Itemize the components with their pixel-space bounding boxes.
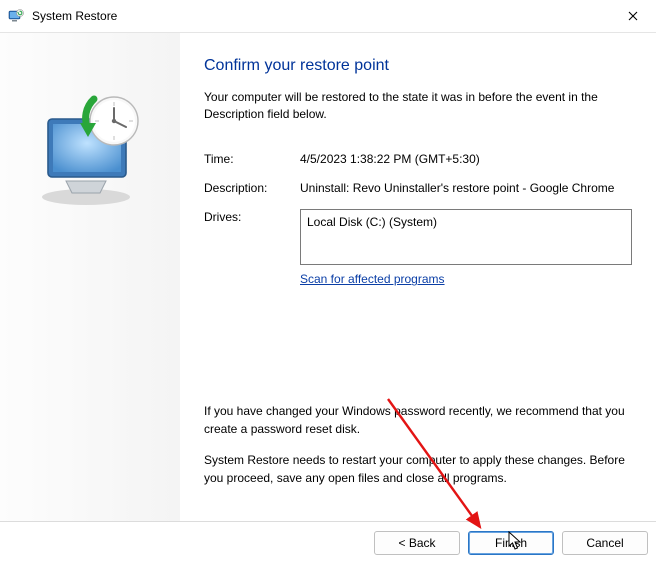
scan-affected-programs-link[interactable]: Scan for affected programs xyxy=(300,271,445,288)
drives-list-item[interactable]: Local Disk (C:) (System) xyxy=(307,214,625,231)
footnotes: If you have changed your Windows passwor… xyxy=(204,403,632,501)
sidebar-graphic xyxy=(0,33,180,521)
restore-graphic-icon xyxy=(30,93,150,213)
close-button[interactable] xyxy=(610,0,656,32)
cancel-button[interactable]: Cancel xyxy=(562,531,648,555)
page-heading: Confirm your restore point xyxy=(204,57,632,75)
restore-point-details: Time: 4/5/2023 1:38:22 PM (GMT+5:30) Des… xyxy=(204,151,632,289)
intro-text: Your computer will be restored to the st… xyxy=(204,89,632,123)
window-title: System Restore xyxy=(32,9,610,23)
time-label: Time: xyxy=(204,151,300,168)
close-icon xyxy=(628,11,638,21)
password-note: If you have changed your Windows passwor… xyxy=(204,403,632,438)
time-value: 4/5/2023 1:38:22 PM (GMT+5:30) xyxy=(300,151,632,168)
titlebar: System Restore xyxy=(0,0,656,32)
description-value: Uninstall: Revo Uninstaller's restore po… xyxy=(300,180,632,197)
restart-note: System Restore needs to restart your com… xyxy=(204,452,632,487)
wizard-button-row: < Back Finish Cancel xyxy=(0,521,656,562)
main-content: Confirm your restore point Your computer… xyxy=(180,33,656,521)
finish-button[interactable]: Finish xyxy=(468,531,554,555)
drives-label: Drives: xyxy=(204,209,300,226)
drives-listbox[interactable]: Local Disk (C:) (System) xyxy=(300,209,632,265)
wizard-body: Confirm your restore point Your computer… xyxy=(0,32,656,521)
system-restore-icon xyxy=(8,8,24,24)
description-label: Description: xyxy=(204,180,300,197)
back-button[interactable]: < Back xyxy=(374,531,460,555)
